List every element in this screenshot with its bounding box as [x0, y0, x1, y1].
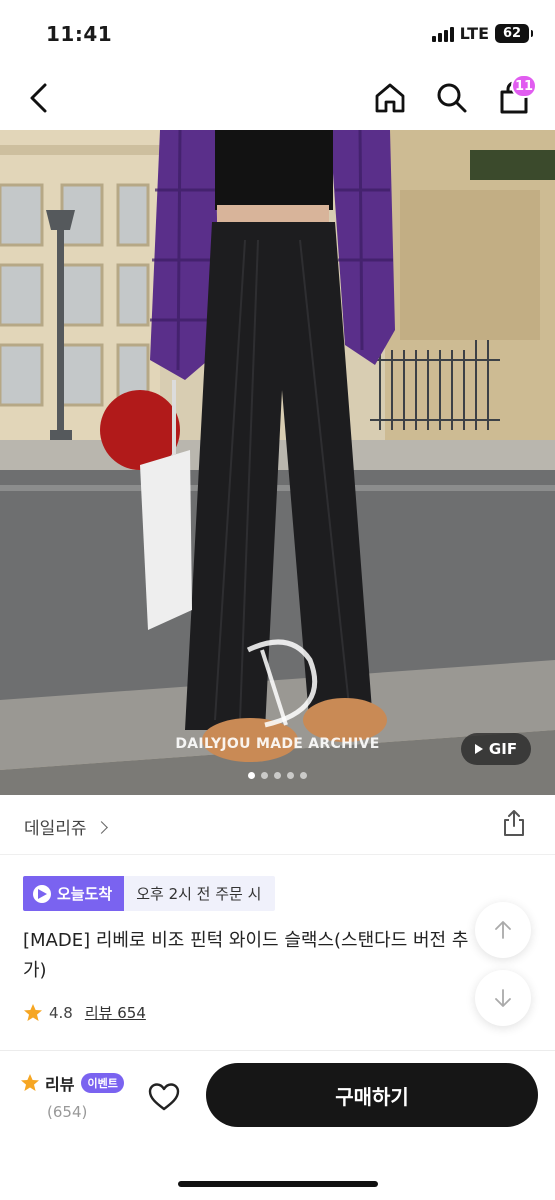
product-title-line1: [MADE] 리베로 비조 핀턱 와이드 슬랙스(스탠다드 버전 추 — [23, 930, 469, 951]
gif-label: GIF — [488, 740, 518, 758]
product-photo — [0, 130, 555, 795]
status-time: 11:41 — [46, 22, 113, 46]
buy-button[interactable]: 구매하기 — [206, 1063, 538, 1127]
arrow-up-icon — [495, 921, 511, 939]
home-icon[interactable] — [372, 80, 408, 116]
product-title-line2: 가) — [23, 960, 47, 981]
status-bar: 11:41 LTE 62 — [0, 0, 555, 66]
back-icon[interactable] — [22, 80, 58, 116]
cart-count-badge: 11 — [511, 74, 537, 98]
product-rating: 4.8 리뷰 654 — [23, 1002, 146, 1023]
event-badge: 이벤트 — [81, 1073, 124, 1093]
delivery-info: 오늘도착 오후 2시 전 주문 시 — [23, 876, 276, 911]
today-delivery-badge: 오늘도착 — [23, 876, 125, 911]
brand-name: 데일리쥬 — [24, 819, 87, 839]
share-icon[interactable] — [500, 809, 528, 837]
product-image-carousel[interactable] — [0, 130, 555, 795]
bottom-action-bar: 리뷰 이벤트 (654) 구매하기 — [0, 1050, 555, 1200]
carousel-dot — [261, 772, 268, 779]
brand-link[interactable]: 데일리쥬 — [24, 814, 108, 839]
battery-level: 62 — [502, 26, 522, 41]
review-header: 리뷰 이벤트 — [20, 1071, 130, 1095]
signal-icon — [431, 26, 454, 42]
chevron-right-icon — [94, 820, 108, 834]
product-title: [MADE] 리베로 비조 핀턱 와이드 슬랙스(스탠다드 버전 추 가) — [23, 926, 485, 986]
carousel-dot — [287, 772, 294, 779]
home-indicator — [178, 1181, 378, 1187]
order-cutoff-label: 오후 2시 전 주문 시 — [124, 876, 276, 911]
network-label: LTE — [459, 24, 489, 43]
arrow-down-icon — [495, 989, 511, 1007]
play-icon — [474, 744, 483, 754]
star-icon — [21, 1074, 39, 1091]
carousel-dot — [300, 772, 307, 779]
scroll-up-button[interactable] — [475, 902, 531, 958]
review-count: (654) — [47, 1103, 88, 1121]
review-summary[interactable]: 리뷰 이벤트 (654) — [20, 1071, 130, 1121]
star-icon — [24, 1003, 42, 1021]
reviews-link[interactable]: 리뷰 654 — [85, 1002, 146, 1023]
carousel-indicator — [0, 772, 555, 779]
review-label: 리뷰 — [45, 1075, 75, 1094]
heart-icon[interactable] — [146, 1079, 182, 1115]
top-nav — [0, 66, 555, 130]
today-delivery-label: 오늘도착 — [57, 885, 113, 903]
status-indicators: LTE 62 — [431, 24, 533, 43]
scroll-down-button[interactable] — [475, 970, 531, 1026]
search-icon[interactable] — [434, 80, 470, 116]
gif-toggle-button[interactable]: GIF — [461, 733, 531, 765]
brand-row: 데일리쥬 — [0, 795, 555, 855]
rating-value: 4.8 — [49, 1003, 73, 1022]
carousel-dot — [274, 772, 281, 779]
delivery-arrow-icon — [33, 884, 51, 903]
battery-icon: 62 — [495, 24, 533, 43]
carousel-dot — [248, 772, 255, 779]
